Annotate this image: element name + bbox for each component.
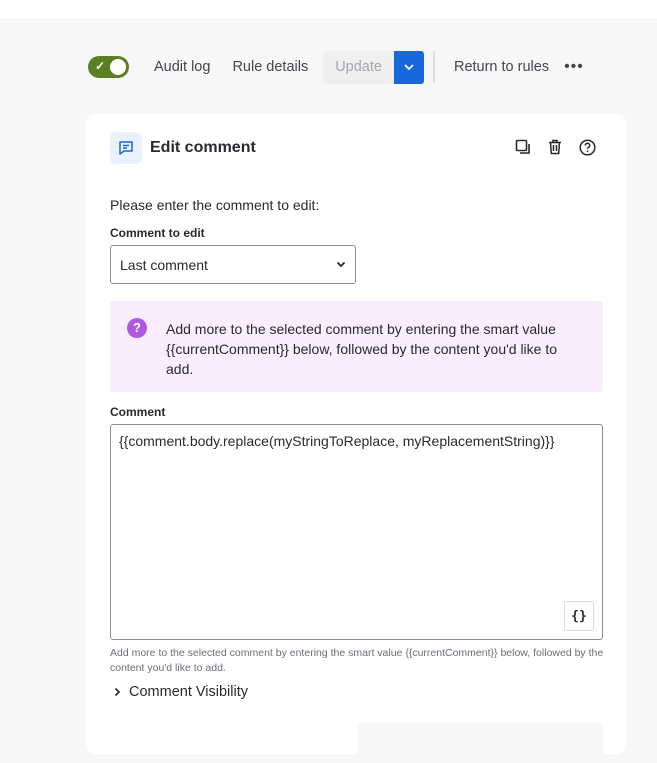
question-icon: ?: [127, 318, 147, 338]
chevron-right-icon: [114, 687, 121, 697]
help-icon[interactable]: [578, 138, 596, 156]
comment-visibility-label: Comment Visibility: [129, 684, 248, 700]
chevron-down-icon: [404, 63, 414, 70]
top-band: [0, 0, 657, 18]
rule-details-button[interactable]: Rule details: [221, 59, 319, 75]
footer-box: [358, 723, 603, 763]
update-dropdown-button[interactable]: [393, 50, 424, 84]
duplicate-icon[interactable]: [514, 138, 532, 156]
more-options-icon[interactable]: •••: [564, 58, 584, 76]
comment-visibility-expander[interactable]: Comment Visibility: [114, 684, 248, 700]
info-text: Add more to the selected comment by ente…: [166, 321, 558, 377]
edit-comment-card: Edit comment Please enter the comment to…: [86, 114, 626, 763]
toggle-knob: [110, 59, 126, 75]
comment-label: Comment: [110, 405, 166, 419]
update-button[interactable]: Update: [323, 50, 394, 84]
card-title: Edit comment: [150, 139, 256, 156]
select-value: Last comment: [120, 256, 208, 273]
comment-to-edit-select[interactable]: Last comment: [110, 245, 356, 284]
check-icon: ✓: [95, 59, 106, 73]
comment-value: {{comment.body.replace(myStringToReplace…: [119, 433, 555, 449]
rule-enabled-toggle[interactable]: ✓: [88, 56, 129, 78]
chevron-down-icon: [336, 261, 346, 268]
prompt-text: Please enter the comment to edit:: [110, 197, 320, 213]
audit-log-button[interactable]: Audit log: [143, 59, 221, 75]
comment-textarea[interactable]: {{comment.body.replace(myStringToReplace…: [110, 424, 603, 640]
divider: [432, 51, 435, 83]
return-to-rules-button[interactable]: Return to rules: [443, 59, 560, 75]
info-message: ? Add more to the selected comment by en…: [110, 301, 603, 392]
smart-value-button[interactable]: {}: [564, 601, 594, 631]
toolbar: ✓ Audit log Rule details Update Return t…: [88, 50, 584, 84]
comment-to-edit-label: Comment to edit: [110, 226, 205, 240]
delete-icon[interactable]: [546, 138, 564, 156]
comment-icon: [110, 132, 142, 164]
help-text: Add more to the selected comment by ente…: [110, 647, 604, 674]
